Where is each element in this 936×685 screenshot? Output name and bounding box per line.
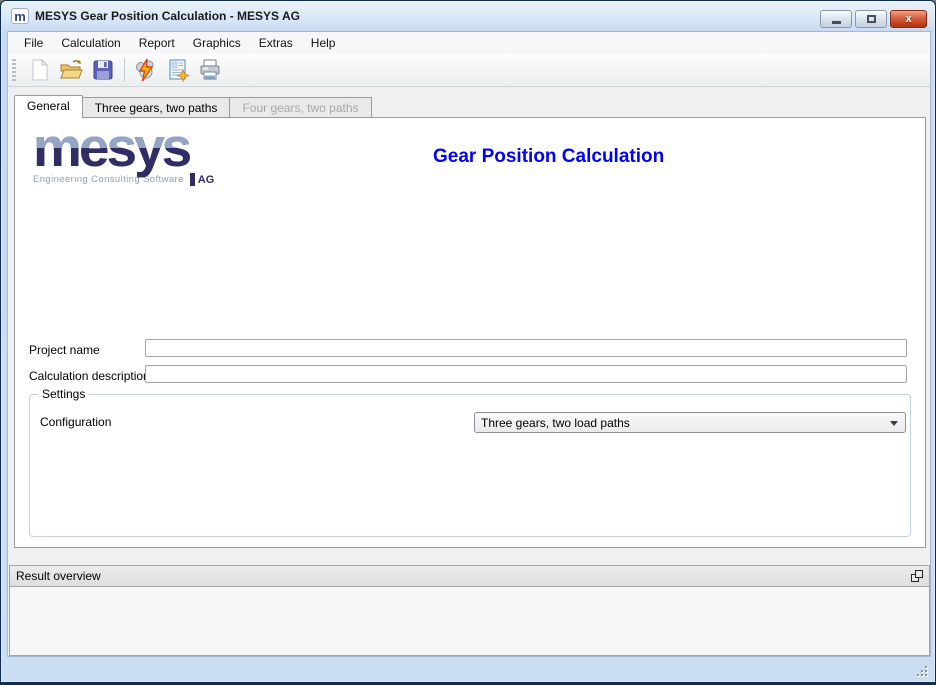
lightning-gear-icon: [134, 58, 158, 82]
resize-grip[interactable]: [913, 664, 927, 676]
document-star-icon: [166, 58, 190, 82]
open-folder-icon: [59, 58, 83, 82]
configuration-select[interactable]: Three gears, two load paths: [474, 412, 906, 433]
settings-legend: Settings: [38, 387, 89, 401]
app-icon: m: [11, 8, 29, 24]
open-file-button[interactable]: [56, 56, 86, 84]
toolbar: [8, 54, 930, 87]
calculation-description-input[interactable]: [145, 365, 907, 383]
dock-float-button[interactable]: [911, 570, 923, 582]
printer-icon: [198, 58, 222, 82]
floppy-disk-icon: [91, 58, 115, 82]
chevron-down-icon: [890, 421, 898, 430]
maximize-icon: [867, 15, 876, 23]
close-button[interactable]: x: [890, 10, 927, 28]
configuration-selected-value: Three gears, two load paths: [481, 416, 630, 430]
app-window: m MESYS Gear Position Calculation - MESY…: [0, 0, 936, 685]
calculate-button[interactable]: [131, 56, 161, 84]
menu-bar: File Calculation Report Graphics Extras …: [8, 32, 930, 54]
result-overview-content: [9, 586, 930, 656]
mesys-logo-word: mesys mesys: [33, 123, 189, 171]
blank-page-icon: [27, 58, 51, 82]
title-bar[interactable]: m MESYS Gear Position Calculation - MESY…: [1, 1, 935, 31]
project-name-label: Project name: [29, 343, 100, 357]
tab-four-gears-two-paths: Four gears, two paths: [230, 97, 371, 118]
logo-bar: [190, 173, 195, 186]
print-button[interactable]: [195, 56, 225, 84]
project-name-input[interactable]: [145, 339, 907, 357]
result-overview-title: Result overview: [16, 569, 101, 583]
minimize-button[interactable]: [820, 10, 852, 28]
general-tab-panel: mesys mesys Engineering Consulting Softw…: [14, 117, 926, 548]
minimize-icon: [832, 21, 841, 24]
report-button[interactable]: [163, 56, 193, 84]
logo-ag: AG: [198, 174, 215, 186]
status-bar: [1, 656, 935, 682]
save-file-button[interactable]: [88, 56, 118, 84]
tab-bar: General Three gears, two paths Four gear…: [14, 95, 372, 118]
mesys-logo: mesys mesys Engineering Consulting Softw…: [33, 123, 243, 186]
result-overview-titlebar[interactable]: Result overview: [9, 565, 930, 587]
tab-three-gears-two-paths[interactable]: Three gears, two paths: [83, 97, 231, 118]
configuration-label: Configuration: [40, 415, 111, 429]
toolbar-drag-handle[interactable]: [12, 59, 16, 81]
page-title: Gear Position Calculation: [433, 146, 664, 168]
menu-extras[interactable]: Extras: [250, 33, 302, 53]
menu-graphics[interactable]: Graphics: [184, 33, 250, 53]
menu-file[interactable]: File: [15, 33, 52, 53]
menu-help[interactable]: Help: [302, 33, 345, 53]
menu-calculation[interactable]: Calculation: [52, 33, 129, 53]
window-title: MESYS Gear Position Calculation - MESYS …: [35, 9, 300, 23]
calculation-description-label: Calculation description: [29, 369, 150, 383]
new-file-button: [24, 56, 54, 84]
tab-general[interactable]: General: [14, 95, 83, 118]
menu-report[interactable]: Report: [130, 33, 184, 53]
maximize-button[interactable]: [855, 10, 887, 28]
settings-groupbox: Settings Configuration Three gears, two …: [29, 394, 911, 537]
toolbar-separator: [124, 58, 125, 82]
client-area: File Calculation Report Graphics Extras …: [7, 31, 931, 657]
